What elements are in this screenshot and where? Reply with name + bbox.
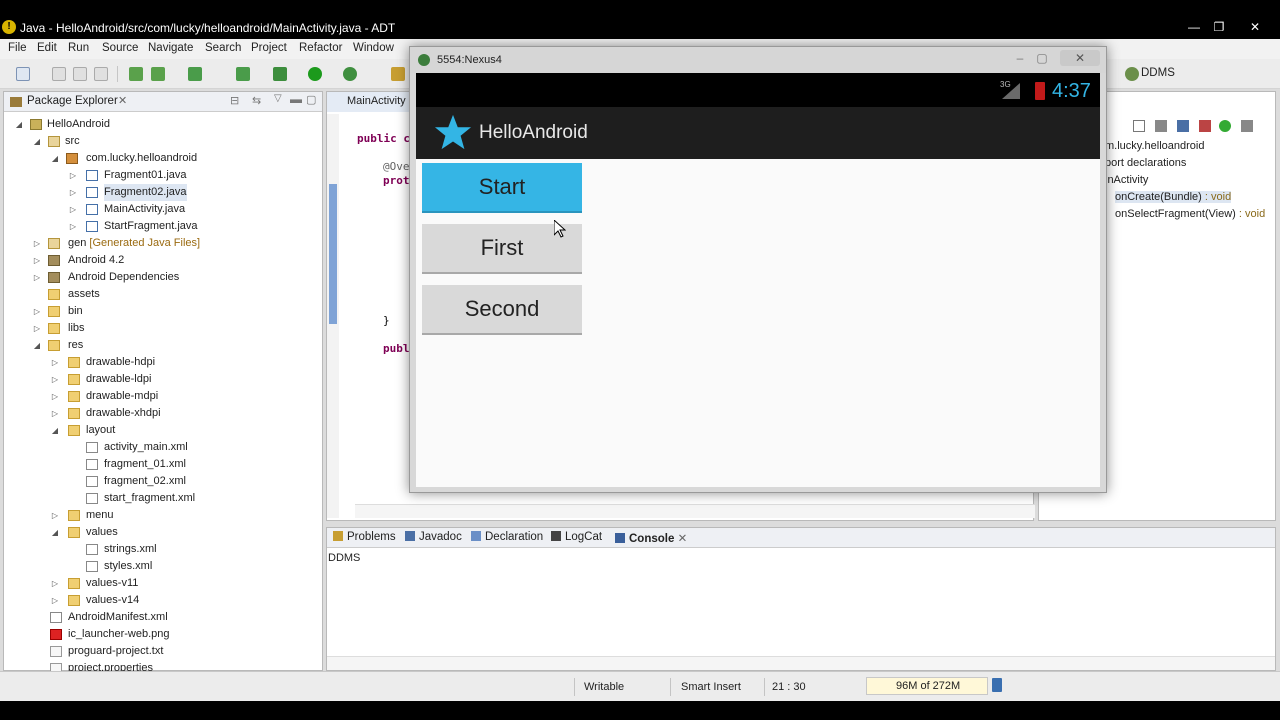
console-label: DDMS: [328, 552, 361, 564]
android-sdk-manager-icon[interactable]: [129, 67, 143, 81]
tab-logcat[interactable]: LogCat: [551, 531, 602, 543]
emulator-maximize-button[interactable]: ▢: [1032, 50, 1052, 66]
status-insert-mode: Smart Insert: [681, 681, 741, 693]
action-bar: HelloAndroid: [416, 107, 1100, 159]
menu-refactor[interactable]: Refactor: [299, 42, 342, 54]
change-ruler: [329, 184, 337, 324]
battery-icon: [1035, 82, 1045, 100]
menu-source[interactable]: Source: [102, 42, 138, 54]
menu-search[interactable]: Search: [205, 42, 241, 54]
sort-icon[interactable]: [1155, 120, 1167, 132]
bottom-panel: Problems Javadoc Declaration LogCat Cons…: [326, 527, 1276, 671]
outline-class[interactable]: inActivity: [1105, 174, 1148, 186]
refresh-icon[interactable]: [236, 67, 250, 81]
hide-fields-icon[interactable]: [1177, 120, 1189, 132]
save-icon[interactable]: [52, 67, 66, 81]
device-screen: 3G 4:37 HelloAndroid Start First Second: [416, 73, 1100, 487]
menu-project[interactable]: Project: [251, 42, 287, 54]
save-all-icon[interactable]: [73, 67, 87, 81]
mouse-cursor-icon: [554, 220, 566, 238]
console-horizontal-scrollbar[interactable]: [327, 656, 1275, 670]
collapse-all-icon[interactable]: [1133, 120, 1145, 132]
second-button[interactable]: Second: [422, 285, 582, 335]
status-bar: Writable Smart Insert 21 : 30 96M of 272…: [0, 671, 1280, 701]
gen-decoration: [Generated Java Files]: [89, 237, 201, 249]
bottom-panel-tabs: Problems Javadoc Declaration LogCat Cons…: [327, 528, 1275, 548]
code-line-brace: }: [383, 314, 390, 327]
outline-method-onselectfragment[interactable]: onSelectFragment(View) : void: [1115, 208, 1265, 220]
link-editor-icon[interactable]: ⇆: [252, 94, 261, 107]
run-icon[interactable]: [308, 67, 322, 81]
tab-javadoc[interactable]: Javadoc: [405, 531, 462, 543]
tab-declaration[interactable]: Declaration: [471, 531, 543, 543]
code-line-class: public c: [357, 132, 410, 145]
menu-file[interactable]: File: [8, 42, 27, 54]
menu-run[interactable]: Run: [68, 42, 89, 54]
toolbar-separator: [117, 66, 118, 82]
collapse-all-icon[interactable]: ⊟: [230, 94, 239, 107]
outline-method-oncreate[interactable]: onCreate(Bundle) : void: [1115, 191, 1232, 203]
outline-imports[interactable]: port declarations: [1105, 157, 1186, 169]
tab-problems[interactable]: Problems: [333, 531, 396, 543]
minimize-view-icon[interactable]: ▬: [290, 92, 302, 106]
code-line-protected: prot: [383, 174, 410, 187]
status-separator: [574, 678, 575, 696]
minimize-button[interactable]: —: [1183, 19, 1205, 35]
menu-window[interactable]: Window: [353, 42, 394, 54]
ddms-perspective-icon[interactable]: [1125, 67, 1139, 81]
maximize-button[interactable]: ❐: [1208, 19, 1230, 35]
code-line-override: @Ove: [383, 160, 410, 173]
emulator-minimize-button[interactable]: –: [1010, 50, 1030, 66]
ddms-perspective-label[interactable]: DDMS: [1141, 67, 1175, 79]
view-menu-icon[interactable]: ▽: [274, 93, 282, 104]
hide-non-public-icon[interactable]: [1219, 120, 1231, 132]
avd-manager-icon[interactable]: [151, 67, 165, 81]
start-button[interactable]: Start: [422, 163, 582, 213]
editor-horizontal-scrollbar[interactable]: [355, 504, 1035, 518]
app-launcher-star-icon: [434, 114, 472, 150]
package-explorer-icon: [10, 97, 22, 107]
package-explorer-title: Package Explorer: [27, 95, 118, 107]
menu-edit[interactable]: Edit: [37, 42, 57, 54]
status-writable: Writable: [584, 681, 625, 693]
open-type-icon[interactable]: [391, 67, 405, 81]
android-status-bar: 3G 4:37: [416, 73, 1100, 107]
tab-console[interactable]: Console ✕: [615, 531, 687, 545]
heap-status-text: 96M of 272M: [896, 680, 961, 692]
code-line-public: publ: [383, 342, 410, 355]
lint-icon[interactable]: [188, 67, 202, 81]
new-icon[interactable]: [16, 67, 30, 81]
close-button[interactable]: ✕: [1244, 19, 1266, 35]
status-separator: [670, 678, 671, 696]
hide-local-types-icon[interactable]: [1241, 120, 1253, 132]
debug-icon[interactable]: [273, 67, 287, 81]
menu-navigate[interactable]: Navigate: [148, 42, 193, 54]
signal-icon: [1002, 83, 1020, 99]
package-explorer-tab[interactable]: Package Explorer ✕ ⊟ ⇆ ▽ ▬ ▢: [4, 92, 322, 112]
window-title-bar: ! Java - HelloAndroid/src/com/lucky/hell…: [0, 17, 1280, 39]
package-explorer-view: Package Explorer ✕ ⊟ ⇆ ▽ ▬ ▢ ◢ HelloAndro…: [3, 91, 323, 674]
print-icon[interactable]: [94, 67, 108, 81]
app-title: HelloAndroid: [479, 122, 588, 143]
emulator-title-bar: 5554:Nexus4 – ▢ ✕: [410, 47, 1106, 73]
close-view-icon[interactable]: ✕: [118, 94, 127, 107]
garbage-collect-icon[interactable]: [992, 678, 1002, 692]
close-console-icon[interactable]: ✕: [678, 533, 688, 545]
emulator-close-button[interactable]: ✕: [1060, 50, 1100, 66]
status-cursor-position: 21 : 30: [772, 681, 806, 693]
emulator-title: 5554:Nexus4: [437, 54, 502, 66]
hide-static-icon[interactable]: [1199, 120, 1211, 132]
window-title: Java - HelloAndroid/src/com/lucky/helloa…: [20, 21, 396, 35]
maximize-view-icon[interactable]: ▢: [306, 93, 316, 106]
status-separator: [764, 678, 765, 696]
status-clock: 4:37: [1052, 80, 1091, 102]
outline-package[interactable]: m.lucky.helloandroid: [1105, 140, 1204, 152]
emulator-icon: [418, 54, 430, 66]
external-tools-icon[interactable]: [343, 67, 357, 81]
adt-app-icon: !: [2, 20, 16, 34]
emulator-window: 5554:Nexus4 – ▢ ✕ 3G 4:37 HelloAndroid S…: [409, 46, 1107, 493]
